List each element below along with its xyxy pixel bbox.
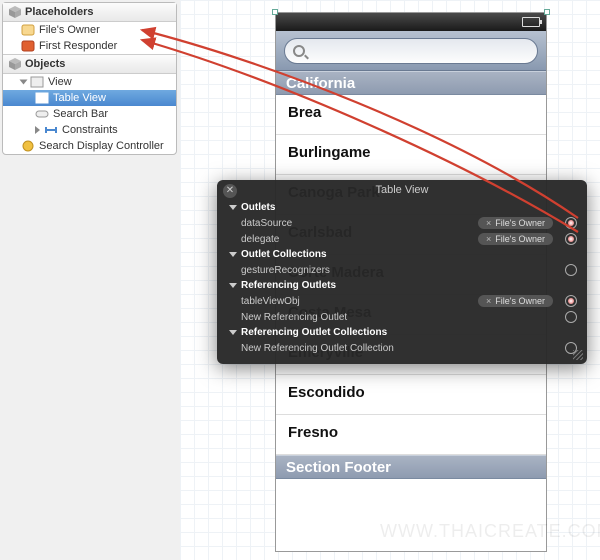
first-responder-icon — [21, 40, 35, 52]
disclosure-triangle-icon[interactable] — [35, 126, 40, 134]
files-owner-item[interactable]: File's Owner — [3, 22, 176, 38]
connection-port[interactable] — [565, 217, 577, 229]
cube-icon — [9, 6, 21, 18]
constraints-label: Constraints — [62, 124, 118, 136]
view-icon — [30, 76, 44, 88]
table-cell[interactable]: Brea — [276, 95, 546, 135]
outlet-collections-section[interactable]: Outlet Collections — [217, 247, 587, 262]
cube-icon — [9, 58, 21, 70]
status-bar — [276, 13, 546, 31]
new-referencing-outlet-collection-row: New Referencing Outlet Collection — [217, 340, 587, 356]
search-display-controller-label: Search Display Controller — [39, 140, 164, 152]
referencing-outlet-collections-header: Referencing Outlet Collections — [241, 327, 387, 338]
connection-port[interactable] — [565, 233, 577, 245]
search-bar-icon — [35, 108, 49, 120]
files-owner-label: File's Owner — [39, 24, 100, 36]
disclosure-triangle-icon[interactable] — [229, 205, 237, 210]
table-cell[interactable]: Burlingame — [276, 135, 546, 175]
hud-title: Table View — [376, 184, 429, 196]
search-bar-label: Search Bar — [53, 108, 108, 120]
search-icon — [293, 45, 305, 57]
connection-port[interactable] — [565, 311, 577, 323]
first-responder-label: First Responder — [39, 40, 117, 52]
referencing-outlet-collections-section[interactable]: Referencing Outlet Collections — [217, 325, 587, 340]
delegate-outlet-row: delegate ×File's Owner — [217, 231, 587, 247]
table-view-icon — [35, 92, 49, 104]
tableviewobj-row: tableViewObj ×File's Owner — [217, 293, 587, 309]
constraints-item[interactable]: Constraints — [3, 122, 176, 138]
referencing-outlets-section[interactable]: Referencing Outlets — [217, 278, 587, 293]
search-display-controller-icon — [21, 140, 35, 152]
selection-handle[interactable] — [544, 9, 550, 15]
datasource-outlet-row: dataSource ×File's Owner — [217, 215, 587, 231]
remove-connection-icon[interactable]: × — [486, 218, 491, 228]
watermark: WWW.THAICREATE.COM — [380, 521, 600, 542]
close-button[interactable]: ✕ — [223, 184, 237, 198]
referencing-outlets-header: Referencing Outlets — [241, 280, 336, 291]
remove-connection-icon[interactable]: × — [486, 234, 491, 244]
datasource-connection[interactable]: ×File's Owner — [478, 217, 553, 229]
placeholders-label: Placeholders — [25, 6, 93, 18]
remove-connection-icon[interactable]: × — [486, 296, 491, 306]
table-cell[interactable]: Fresno — [276, 415, 546, 455]
table-view-label: Table View — [53, 92, 106, 104]
search-bar-item[interactable]: Search Bar — [3, 106, 176, 122]
outlets-section[interactable]: Outlets — [217, 200, 587, 215]
selection-handle[interactable] — [272, 9, 278, 15]
delegate-label: delegate — [241, 234, 472, 245]
table-view-item[interactable]: Table View — [3, 90, 176, 106]
disclosure-triangle-icon[interactable] — [229, 283, 237, 288]
new-referencing-outlet-row: New Referencing Outlet — [217, 309, 587, 325]
new-referencing-outlet-label: New Referencing Outlet — [241, 312, 553, 323]
view-label: View — [48, 76, 72, 88]
objects-section-header: Objects — [3, 54, 176, 74]
table-section-footer: Section Footer — [276, 455, 546, 479]
connection-port[interactable] — [565, 295, 577, 307]
objects-label: Objects — [25, 58, 65, 70]
gesture-recognizers-row: gestureRecognizers — [217, 262, 587, 278]
search-display-controller-item[interactable]: Search Display Controller — [3, 138, 176, 154]
tableviewobj-label: tableViewObj — [241, 296, 472, 307]
disclosure-triangle-icon[interactable] — [20, 80, 28, 85]
table-section-header: California — [276, 71, 546, 95]
files-owner-icon — [21, 24, 35, 36]
tableviewobj-connection[interactable]: ×File's Owner — [478, 295, 553, 307]
hud-title-bar[interactable]: ✕ Table View — [217, 180, 587, 200]
disclosure-triangle-icon[interactable] — [229, 330, 237, 335]
interface-builder-canvas[interactable]: California Brea Burlingame Canoga Park C… — [180, 0, 600, 560]
delegate-connection[interactable]: ×File's Owner — [478, 233, 553, 245]
outlets-header: Outlets — [241, 202, 275, 213]
view-item[interactable]: View — [3, 74, 176, 90]
placeholders-section-header: Placeholders — [3, 3, 176, 22]
battery-icon — [522, 17, 540, 27]
constraints-icon — [44, 124, 58, 136]
document-outline: Placeholders File's Owner First Responde… — [2, 2, 177, 155]
outlet-collections-header: Outlet Collections — [241, 249, 327, 260]
resize-handle[interactable] — [573, 350, 583, 360]
search-toolbar — [276, 31, 546, 71]
connections-inspector[interactable]: ✕ Table View Outlets dataSource ×File's … — [217, 180, 587, 364]
gesture-recognizers-label: gestureRecognizers — [241, 265, 553, 276]
first-responder-item[interactable]: First Responder — [3, 38, 176, 54]
connection-port[interactable] — [565, 264, 577, 276]
disclosure-triangle-icon[interactable] — [229, 252, 237, 257]
new-referencing-outlet-collection-label: New Referencing Outlet Collection — [241, 343, 553, 354]
search-input[interactable] — [284, 38, 538, 64]
table-cell[interactable]: Escondido — [276, 375, 546, 415]
datasource-label: dataSource — [241, 218, 472, 229]
